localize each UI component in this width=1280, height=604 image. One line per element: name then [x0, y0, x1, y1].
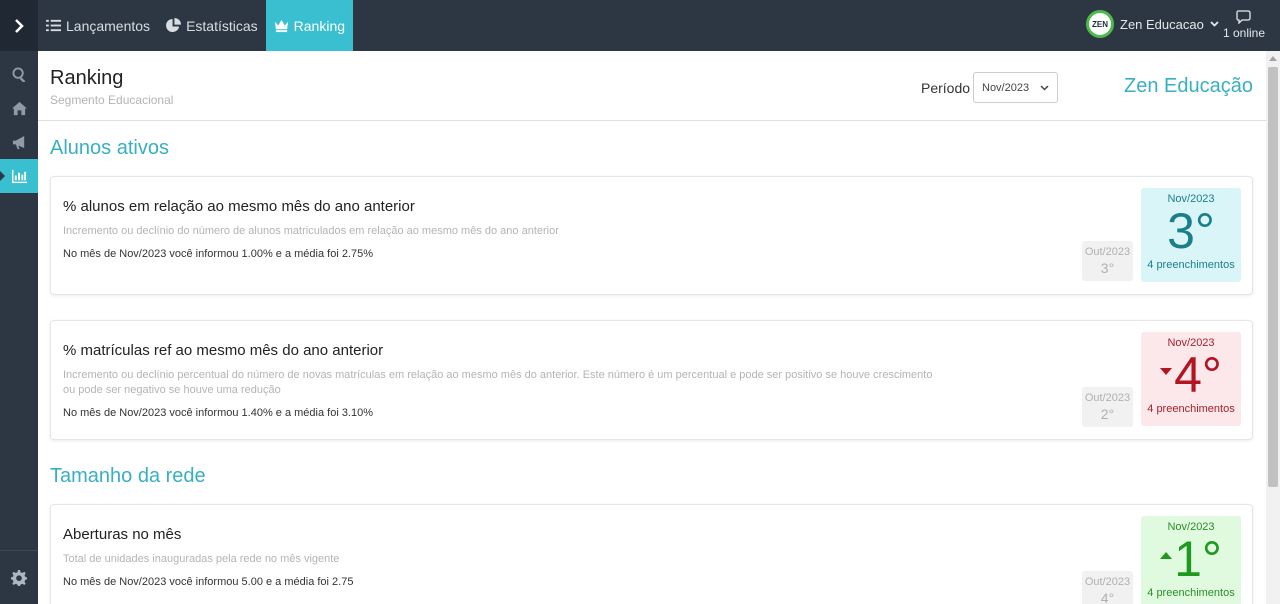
chevron-down-icon — [1040, 84, 1049, 91]
previous-rank: 2° — [1100, 406, 1115, 422]
sidebar-item-announcements[interactable] — [0, 125, 38, 159]
nav-ranking[interactable]: Ranking — [265, 0, 354, 57]
periodo-select[interactable]: Nov/2023 — [973, 72, 1058, 103]
ranking-card-matriculas: % matrículas ref ao mesmo mês do ano ant… — [50, 320, 1253, 440]
megaphone-icon — [12, 135, 24, 149]
current-rank: 4° — [1141, 349, 1241, 401]
crown-icon — [274, 19, 288, 33]
page-subtitle: Segmento Educacional — [50, 93, 174, 107]
sidebar-item-home[interactable] — [0, 91, 38, 125]
card-info: No mês de Nov/2023 você informou 5.00 e … — [63, 576, 354, 588]
card-title: Aberturas no mês — [63, 526, 182, 543]
card-description: Incremento ou declínio percentual do núm… — [63, 369, 933, 396]
list-icon — [46, 19, 61, 32]
scrollbar-thumb[interactable] — [1268, 67, 1278, 487]
current-rank-box: Nov/2023 3° 4 preenchimentos — [1141, 188, 1241, 282]
top-bar: Lançamentos Estatísticas Ranking ZEN Zen… — [0, 0, 1280, 57]
ranking-card-alunos: % alunos em relação ao mesmo mês do ano … — [50, 176, 1253, 295]
current-rank-value: 1° — [1174, 531, 1222, 587]
bar-chart-icon — [11, 169, 27, 183]
fill-count: 4 preenchimentos — [1147, 259, 1235, 271]
sidebar-item-ranking[interactable] — [0, 159, 38, 193]
chevron-right-icon — [15, 18, 24, 33]
current-rank-box: Nov/2023 4° 4 preenchimentos — [1141, 332, 1241, 426]
nav-estatisticas[interactable]: Estatísticas — [158, 0, 266, 51]
scroll-up-arrow-icon[interactable] — [1266, 51, 1280, 65]
scrollbar[interactable] — [1266, 51, 1280, 604]
previous-rank: 4° — [1100, 590, 1115, 604]
card-description: Incremento ou declínio do número de alun… — [63, 225, 559, 237]
current-rank-value: 3° — [1167, 203, 1215, 259]
nav-ranking-label: Ranking — [293, 17, 346, 34]
nav-estatisticas-label: Estatísticas — [186, 17, 258, 34]
trend-down-icon — [1160, 367, 1173, 375]
online-indicator[interactable]: 1 online — [1222, 10, 1266, 40]
current-rank: 3° — [1141, 205, 1241, 257]
sidebar — [0, 51, 38, 604]
fill-count: 4 preenchimentos — [1147, 587, 1235, 599]
page-header: Ranking Segmento Educacional Período Nov… — [38, 51, 1266, 121]
previous-rank-badge: Out/2023 3° — [1082, 241, 1133, 281]
previous-month: Out/2023 — [1084, 246, 1131, 258]
previous-month: Out/2023 — [1084, 392, 1131, 404]
trend-up-icon — [1160, 551, 1173, 559]
sidebar-item-settings[interactable] — [0, 550, 38, 604]
current-rank-value: 4° — [1174, 347, 1222, 403]
sidebar-toggle-button[interactable] — [0, 0, 38, 51]
periodo-select-value: Nov/2023 — [982, 81, 1030, 94]
card-title: % matrículas ref ao mesmo mês do ano ant… — [63, 342, 384, 359]
chat-icon — [1236, 10, 1251, 24]
section-title-tamanho-rede: Tamanho da rede — [50, 465, 206, 487]
previous-rank-badge: Out/2023 2° — [1082, 387, 1133, 427]
previous-rank: 3° — [1100, 260, 1115, 276]
brand-name: Zen Educação — [1124, 75, 1253, 97]
previous-rank-badge: Out/2023 4° — [1082, 571, 1133, 604]
chevron-down-icon — [1210, 21, 1219, 27]
online-count: 1 online — [1222, 26, 1266, 40]
avatar: ZEN — [1086, 10, 1114, 38]
ranking-card-aberturas: Aberturas no mês Total de unidades inaug… — [50, 504, 1253, 604]
card-info: No mês de Nov/2023 você informou 1.40% e… — [63, 407, 374, 419]
periodo-label: Período — [921, 80, 971, 96]
nav-lancamentos[interactable]: Lançamentos — [38, 0, 158, 51]
current-rank: 1° — [1141, 533, 1241, 585]
section-title-alunos-ativos: Alunos ativos — [50, 137, 169, 159]
card-info: No mês de Nov/2023 você informou 1.00% e… — [63, 248, 374, 260]
top-nav: Lançamentos Estatísticas Ranking — [38, 0, 354, 57]
card-description: Total de unidades inauguradas pela rede … — [63, 553, 340, 565]
nav-lancamentos-label: Lançamentos — [66, 17, 151, 34]
user-name: Zen Educacao — [1120, 16, 1204, 32]
page-title: Ranking — [50, 67, 124, 89]
sidebar-item-search[interactable] — [0, 57, 38, 91]
search-icon — [11, 66, 25, 82]
previous-month: Out/2023 — [1084, 576, 1131, 588]
home-icon — [11, 101, 27, 115]
card-title: % alunos em relação ao mesmo mês do ano … — [63, 198, 415, 215]
fill-count: 4 preenchimentos — [1147, 403, 1235, 415]
pie-chart-icon — [166, 18, 182, 33]
gear-icon — [11, 569, 27, 586]
current-rank-box: Nov/2023 1° 4 preenchimentos — [1141, 516, 1241, 604]
user-menu[interactable]: ZEN Zen Educacao — [1086, 10, 1219, 38]
